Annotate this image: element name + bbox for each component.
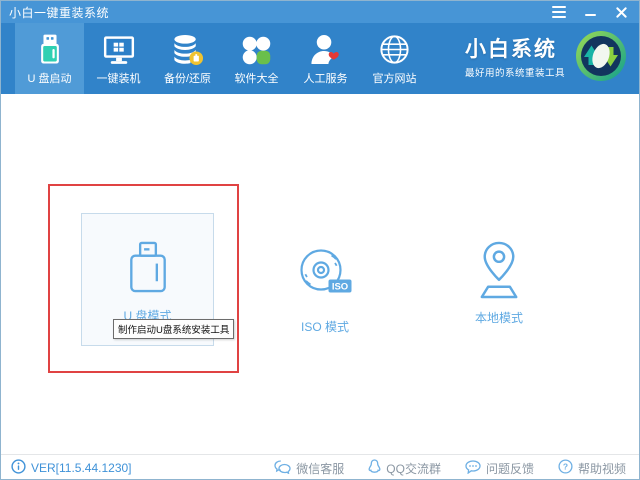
titlebar: 小白一键重装系统 — [1, 1, 639, 23]
window-title: 小白一键重装系统 — [9, 4, 551, 21]
backup-restore-icon — [171, 31, 204, 66]
usb-flash-outline-icon — [128, 241, 168, 299]
nav-item-label: 官方网站 — [373, 70, 417, 86]
nav-item-label: U 盘启动 — [28, 70, 72, 86]
main-content: U 盘模式 制作启动U盘系统安装工具 ISO ISO 模式 — [1, 94, 639, 454]
iso-badge-label: ISO — [332, 281, 348, 292]
mode-iso[interactable]: ISO ISO 模式 — [292, 244, 358, 335]
mode-local-label: 本地模式 — [475, 309, 523, 326]
wechat-service-link[interactable]: 微信客服 — [274, 459, 344, 477]
location-pin-icon — [467, 240, 531, 304]
version-info: VER[11.5.44.1230] — [11, 459, 132, 477]
iso-disc-icon: ISO — [294, 244, 356, 309]
nav-item-one-click-install[interactable]: 一键装机 — [84, 23, 153, 94]
footer-link-label: 帮助视频 — [578, 460, 626, 477]
qq-group-link[interactable]: QQ交流群 — [368, 459, 441, 477]
mode-iso-label: ISO 模式 — [301, 318, 349, 335]
software-collection-icon — [241, 31, 272, 66]
navbar: U 盘启动 一键装机 — [1, 23, 639, 94]
usb-mode-tooltip: 制作启动U盘系统安装工具 — [113, 319, 234, 339]
monitor-install-icon — [102, 31, 136, 66]
brand-tagline: 最好用的系统重装工具 — [465, 65, 565, 79]
svg-text:?: ? — [563, 462, 568, 472]
nav-item-usb-boot[interactable]: U 盘启动 — [15, 23, 84, 94]
hamburger-menu-icon[interactable] — [551, 4, 567, 20]
nav-item-label: 人工服务 — [304, 70, 348, 86]
customer-service-icon — [310, 31, 341, 66]
nav-item-label: 软件大全 — [235, 70, 279, 86]
official-website-globe-icon — [378, 31, 411, 66]
window-controls — [551, 4, 629, 20]
nav-item-customer-service[interactable]: 人工服务 — [291, 23, 360, 94]
usb-drive-icon — [36, 31, 64, 66]
brand-name: 小白系统 — [465, 38, 565, 61]
info-circle-icon — [11, 459, 26, 477]
nav-item-official-website[interactable]: 官方网站 — [360, 23, 429, 94]
brand-text: 小白系统 最好用的系统重装工具 — [465, 38, 565, 79]
feedback-bubble-icon — [465, 460, 481, 477]
wechat-icon — [274, 460, 291, 477]
recycle-arrows-logo-icon — [574, 29, 628, 88]
footer-links: 微信客服 QQ交流群 — [274, 459, 626, 477]
footer-link-label: QQ交流群 — [386, 460, 441, 477]
footer-link-label: 问题反馈 — [486, 460, 534, 477]
mode-local[interactable]: 本地模式 — [466, 240, 532, 326]
app-window: 小白一键重装系统 — [0, 0, 640, 480]
nav-item-backup-restore[interactable]: 备份/还原 — [153, 23, 222, 94]
version-text: VER[11.5.44.1230] — [31, 461, 132, 475]
footer: VER[11.5.44.1230] 微信客服 — [1, 454, 639, 480]
minimize-icon[interactable] — [582, 4, 598, 20]
nav-item-label: 一键装机 — [97, 70, 141, 86]
qq-icon — [368, 459, 381, 477]
help-circle-icon: ? — [558, 459, 573, 477]
nav-item-label: 备份/还原 — [164, 70, 211, 86]
close-icon[interactable] — [613, 4, 629, 20]
feedback-link[interactable]: 问题反馈 — [465, 459, 534, 477]
help-video-link[interactable]: ? 帮助视频 — [558, 459, 626, 477]
footer-link-label: 微信客服 — [296, 460, 344, 477]
brand: 小白系统 最好用的系统重装工具 — [465, 23, 628, 94]
nav-item-software-collection[interactable]: 软件大全 — [222, 23, 291, 94]
